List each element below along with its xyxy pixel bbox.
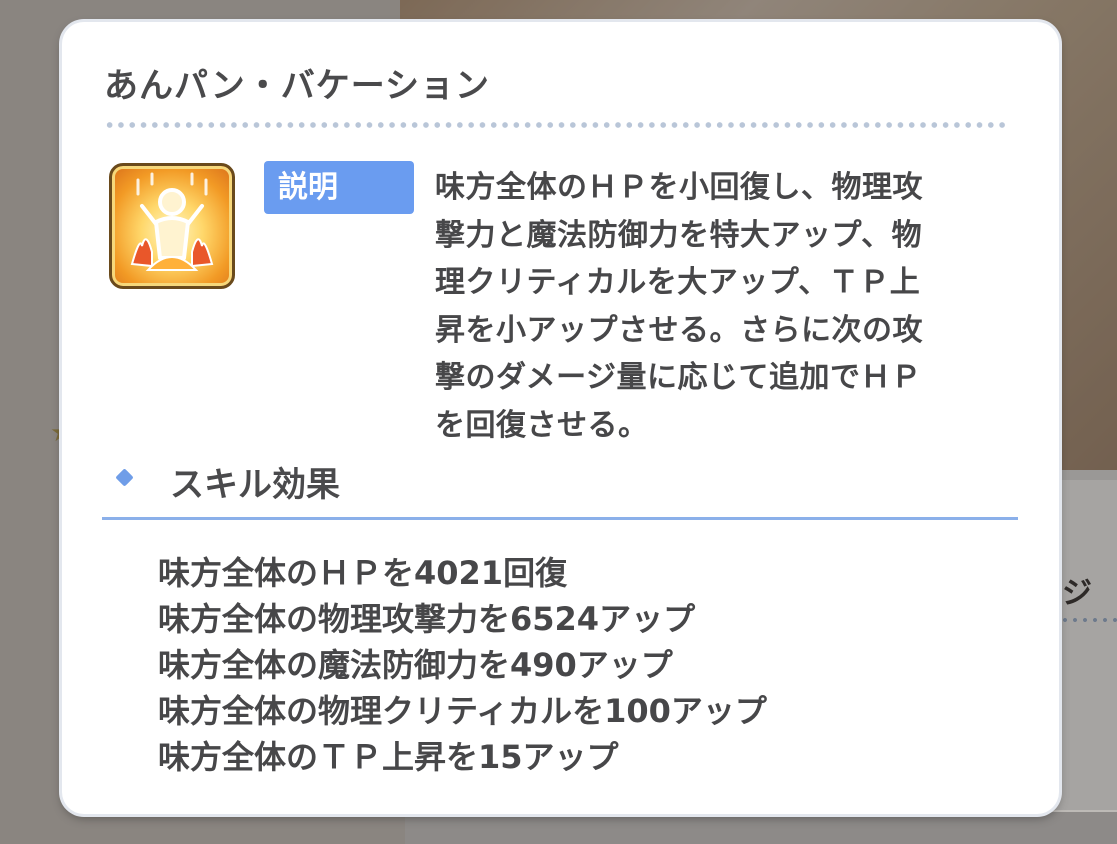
background-card bbox=[1050, 480, 1117, 810]
title-dotted-divider bbox=[104, 121, 1008, 129]
effects-divider bbox=[102, 517, 1018, 520]
skill-detail-popup[interactable]: あんパン・バケーション 説明 味方全体のＨＰを小回復し、物理攻 撃力と魔法防御力… bbox=[62, 22, 1059, 814]
skill-figure-graphic bbox=[130, 172, 214, 271]
background-footer bbox=[405, 810, 1117, 844]
effect-item: 味方全体のＴＰ上昇を15アップ bbox=[158, 738, 619, 776]
background-partial-text: ジ bbox=[1062, 576, 1092, 611]
effects-list: 味方全体のＨＰを4021回復 味方全体の物理攻撃力を6524アップ 味方全体の魔… bbox=[158, 550, 767, 780]
effect-item: 味方全体の物理攻撃力を6524アップ bbox=[158, 600, 696, 638]
description-label-badge: 説明 bbox=[264, 161, 414, 214]
background-dotted-divider bbox=[1060, 618, 1117, 622]
effect-item: 味方全体の魔法防御力を490アップ bbox=[158, 646, 673, 684]
skill-buff-aura-icon bbox=[109, 163, 235, 289]
effect-item: 味方全体のＨＰを4021回復 bbox=[158, 554, 568, 592]
skill-description: 味方全体のＨＰを小回復し、物理攻 撃力と魔法防御力を特大アップ、物 理クリティカ… bbox=[435, 170, 923, 443]
skill-title: あんパン・バケーション bbox=[104, 66, 491, 106]
diamond-bullet-icon bbox=[115, 468, 134, 487]
effects-heading: スキル効果 bbox=[170, 465, 340, 505]
effect-item: 味方全体の物理クリティカルを100アップ bbox=[158, 692, 767, 730]
